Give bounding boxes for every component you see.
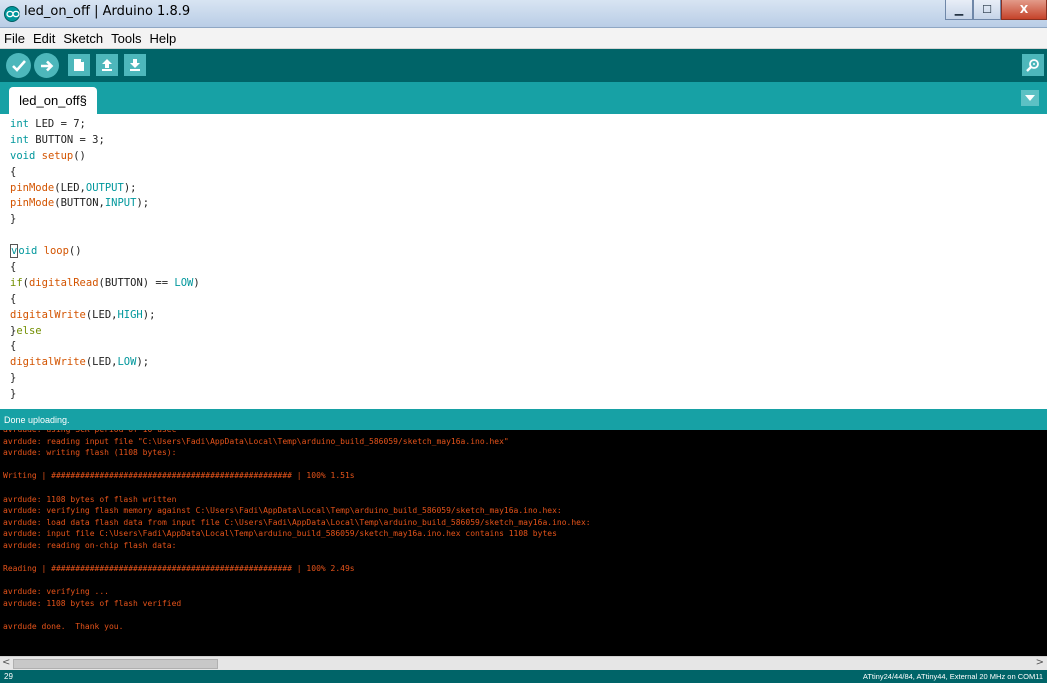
code-line: if(digitalRead(BUTTON) == LOW) xyxy=(10,276,200,289)
code-line: digitalWrite(LED,LOW); xyxy=(10,356,150,369)
serial-monitor-icon xyxy=(1026,59,1039,72)
scroll-left-icon[interactable]: < xyxy=(2,657,10,668)
code-line: }else xyxy=(10,324,42,337)
code-line: int BUTTON = 3; xyxy=(10,133,105,146)
code-line: { xyxy=(10,165,17,178)
console-line: avrdude: verifying ... xyxy=(3,587,109,597)
code-line: } xyxy=(10,213,17,226)
console-line: avrdude: 1108 bytes of flash verified xyxy=(3,598,182,608)
new-button[interactable] xyxy=(68,54,90,76)
menu-sketch[interactable]: Sketch xyxy=(63,31,103,46)
menu-bar: File Edit Sketch Tools Help xyxy=(0,28,1047,49)
status-bar: Done uploading. xyxy=(0,409,1047,430)
arduino-logo-icon xyxy=(4,6,20,22)
tab-strip: led_on_off§ xyxy=(0,82,1047,114)
code-line: void loop() xyxy=(10,244,82,259)
code-line: { xyxy=(10,340,17,353)
code-line: } xyxy=(10,372,17,385)
console-output[interactable]: avrdude: using SCK period of 10 usecavrd… xyxy=(0,430,1047,656)
code-line: pinMode(BUTTON,INPUT); xyxy=(10,197,150,210)
console-line: avrdude: input file C:\Users\Fadi\AppDat… xyxy=(3,529,557,539)
upload-button[interactable] xyxy=(34,53,59,78)
menu-file[interactable]: File xyxy=(4,31,25,46)
code-line: void setup() xyxy=(10,149,86,162)
line-number: 29 xyxy=(4,672,13,681)
dropdown-triangle-icon xyxy=(1025,95,1035,101)
code-editor[interactable]: int LED = 7; int BUTTON = 3; void setup(… xyxy=(0,114,1047,409)
console-line: avrdude: load data flash data from input… xyxy=(3,517,591,527)
console-lines: avrdude: using SCK period of 10 usecavrd… xyxy=(3,430,591,633)
footer-bar: 29 ATtiny24/44/84, ATtiny44, External 20… xyxy=(0,670,1047,683)
window-title: led_on_off | Arduino 1.8.9 xyxy=(24,4,191,19)
console-horizontal-scrollbar[interactable]: < > xyxy=(0,656,1047,670)
verify-icon xyxy=(11,59,26,72)
verify-button[interactable] xyxy=(6,53,31,78)
toolbar xyxy=(0,49,1047,82)
console-line: avrdude: writing flash (1108 bytes): xyxy=(3,448,177,458)
window-controls: ▁ ☐ X xyxy=(945,0,1047,20)
scroll-right-icon[interactable]: > xyxy=(1036,657,1044,668)
status-message: Done uploading. xyxy=(4,415,70,425)
console-line: Reading | ##############################… xyxy=(3,564,355,574)
menu-edit[interactable]: Edit xyxy=(33,31,55,46)
tab-menu-button[interactable] xyxy=(1021,90,1039,106)
code-line: { xyxy=(10,261,17,274)
new-icon xyxy=(74,59,84,71)
close-button[interactable]: X xyxy=(1001,0,1047,20)
console-line: Writing | ##############################… xyxy=(3,471,355,481)
save-icon xyxy=(130,59,140,71)
code-line: } xyxy=(10,388,17,401)
save-button[interactable] xyxy=(124,54,146,76)
code-line: digitalWrite(LED,HIGH); xyxy=(10,308,156,321)
open-button[interactable] xyxy=(96,54,118,76)
console-line: avrdude done. Thank you. xyxy=(3,622,124,632)
code-line: { xyxy=(10,292,17,305)
menu-help[interactable]: Help xyxy=(149,31,176,46)
console-line: avrdude: verifying flash memory against … xyxy=(3,506,562,516)
code-line: pinMode(LED,OUTPUT); xyxy=(10,181,137,194)
window-title-bar: led_on_off | Arduino 1.8.9 ▁ ☐ X xyxy=(0,0,1047,28)
console-line: avrdude: 1108 bytes of flash written xyxy=(3,494,177,504)
code-line: int LED = 7; xyxy=(10,118,86,130)
minimize-button[interactable]: ▁ xyxy=(945,0,973,20)
scrollbar-thumb[interactable] xyxy=(13,659,218,669)
tab-led-on-off[interactable]: led_on_off§ xyxy=(9,87,97,114)
console-line: avrdude: reading input file "C:\Users\Fa… xyxy=(3,436,509,446)
maximize-button[interactable]: ☐ xyxy=(973,0,1001,20)
board-info: ATtiny24/44/84, ATtiny44, External 20 MH… xyxy=(862,672,1043,681)
open-icon xyxy=(102,59,112,71)
upload-icon xyxy=(40,60,53,71)
serial-monitor-button[interactable] xyxy=(1022,54,1044,76)
menu-tools[interactable]: Tools xyxy=(111,31,141,46)
console-line: avrdude: reading on-chip flash data: xyxy=(3,540,177,550)
